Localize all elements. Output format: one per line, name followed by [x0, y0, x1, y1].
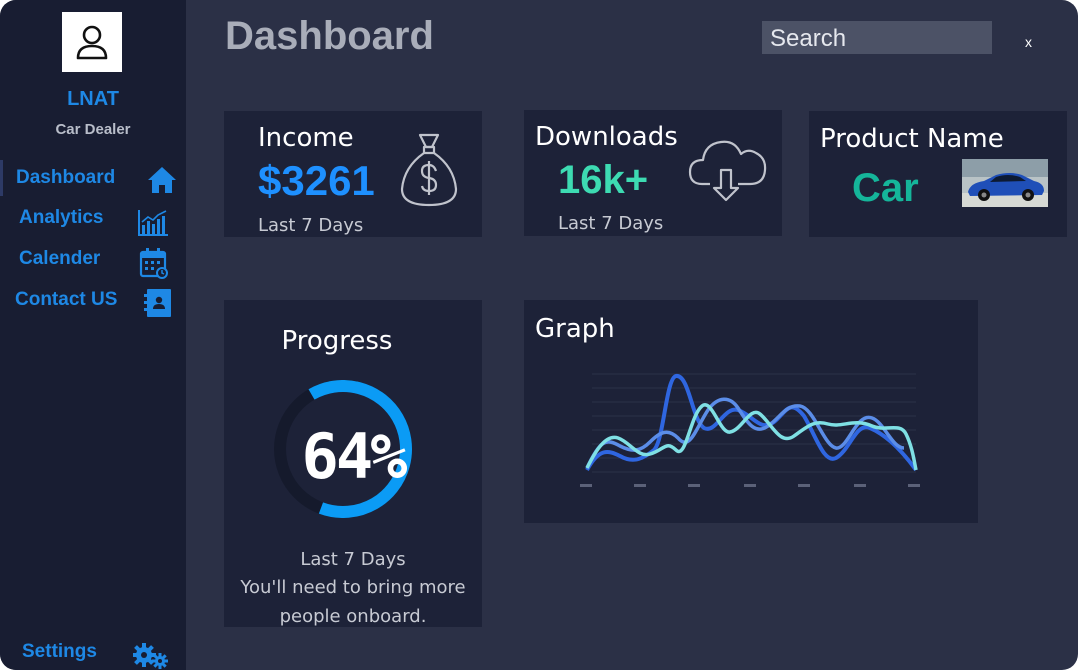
- page-title: Dashboard: [225, 14, 434, 58]
- sidebar-item-label: Analytics: [19, 207, 104, 228]
- gears-icon: [133, 643, 168, 669]
- product-value: Car: [852, 166, 919, 210]
- settings-label: Settings: [22, 641, 97, 662]
- income-card: Income $3261 Last 7 Days: [224, 111, 482, 237]
- calendar-icon: [139, 248, 168, 279]
- progress-card: Progress 64% Last 7 Days You'll need to …: [224, 300, 482, 627]
- sidebar-item-label: Dashboard: [16, 167, 116, 188]
- product-card: Product Name Car: [809, 111, 1067, 237]
- sidebar-item-contact-us[interactable]: Contact US: [0, 283, 186, 319]
- sidebar: LNAT Car Dealer Dashboard Analytics Cale…: [0, 0, 186, 670]
- brand-subtitle: Car Dealer: [55, 121, 131, 138]
- product-label: Product Name: [820, 124, 1004, 154]
- income-value: $3261: [258, 157, 375, 204]
- progress-message-line2: people onboard.: [279, 606, 427, 627]
- progress-period: Last 7 Days: [300, 549, 406, 570]
- downloads-period: Last 7 Days: [558, 213, 664, 234]
- progress-percent: 64%: [301, 420, 408, 493]
- search-input[interactable]: [762, 21, 992, 54]
- money-bag-icon: [400, 133, 458, 207]
- graph-x-ticks: [580, 484, 920, 487]
- income-period: Last 7 Days: [258, 215, 364, 236]
- brand-name: LNAT: [67, 88, 119, 110]
- sidebar-item-calender[interactable]: Calender: [0, 242, 186, 279]
- downloads-value: 16k+: [558, 158, 649, 202]
- bar-chart-icon: [138, 210, 168, 236]
- close-button[interactable]: x: [1025, 34, 1032, 50]
- progress-message-line1: You'll need to bring more: [240, 577, 466, 598]
- graph-plot: [580, 373, 920, 487]
- home-icon: [148, 167, 176, 193]
- progress-title: Progress: [281, 326, 393, 356]
- sidebar-item-label: Calender: [19, 248, 101, 269]
- app-window: LNAT Car Dealer Dashboard Analytics Cale…: [0, 0, 1078, 670]
- downloads-card: Downloads 16k+ Last 7 Days: [524, 110, 782, 236]
- sidebar-item-analytics[interactable]: Analytics: [0, 201, 186, 237]
- contact-book-icon: [144, 289, 171, 317]
- sidebar-item-dashboard[interactable]: Dashboard: [0, 160, 189, 196]
- downloads-label: Downloads: [535, 122, 678, 152]
- cloud-download-icon: [688, 140, 767, 202]
- graph-card: Graph: [524, 300, 978, 523]
- income-label: Income: [258, 123, 354, 153]
- settings-button[interactable]: Settings: [0, 635, 186, 670]
- sidebar-item-label: Contact US: [15, 289, 118, 310]
- user-icon: [76, 25, 108, 60]
- avatar[interactable]: [62, 12, 122, 72]
- car-photo: [962, 159, 1048, 207]
